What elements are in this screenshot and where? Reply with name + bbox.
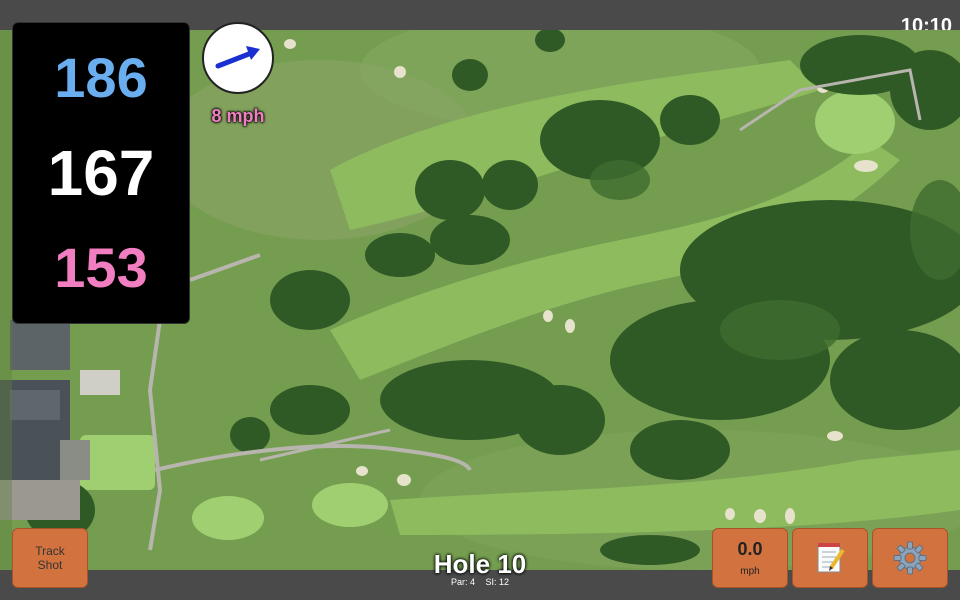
back-distance: 186 [54,46,148,109]
front-distance: 153 [54,236,148,299]
hole-info: Par: 4 SI: 12 [380,577,580,587]
speed-unit: mph [740,566,760,577]
notepad-icon [817,543,845,573]
yardage-panel: 186 167 153 [12,22,190,324]
track-shot-label-line1: Track [35,544,65,558]
hole-title: Hole 10 [433,549,527,579]
wind-direction-dial [202,22,274,94]
arrow-right-up-icon [215,46,260,69]
wind-speed-label: 8 mph [211,106,265,126]
track-shot-label-line2: Shot [37,558,63,572]
speed-value: 0.0 [737,539,763,559]
middle-distance: 167 [47,137,155,209]
track-shot-button[interactable]: Track Shot [12,528,88,588]
hole-stroke-index: SI: 12 [485,577,510,587]
speed-button[interactable]: 0.0 mph [712,528,788,588]
gear-icon [893,541,927,575]
hole-par: Par: 4 [450,577,475,587]
notes-button[interactable] [792,528,868,588]
settings-button[interactable] [872,528,948,588]
